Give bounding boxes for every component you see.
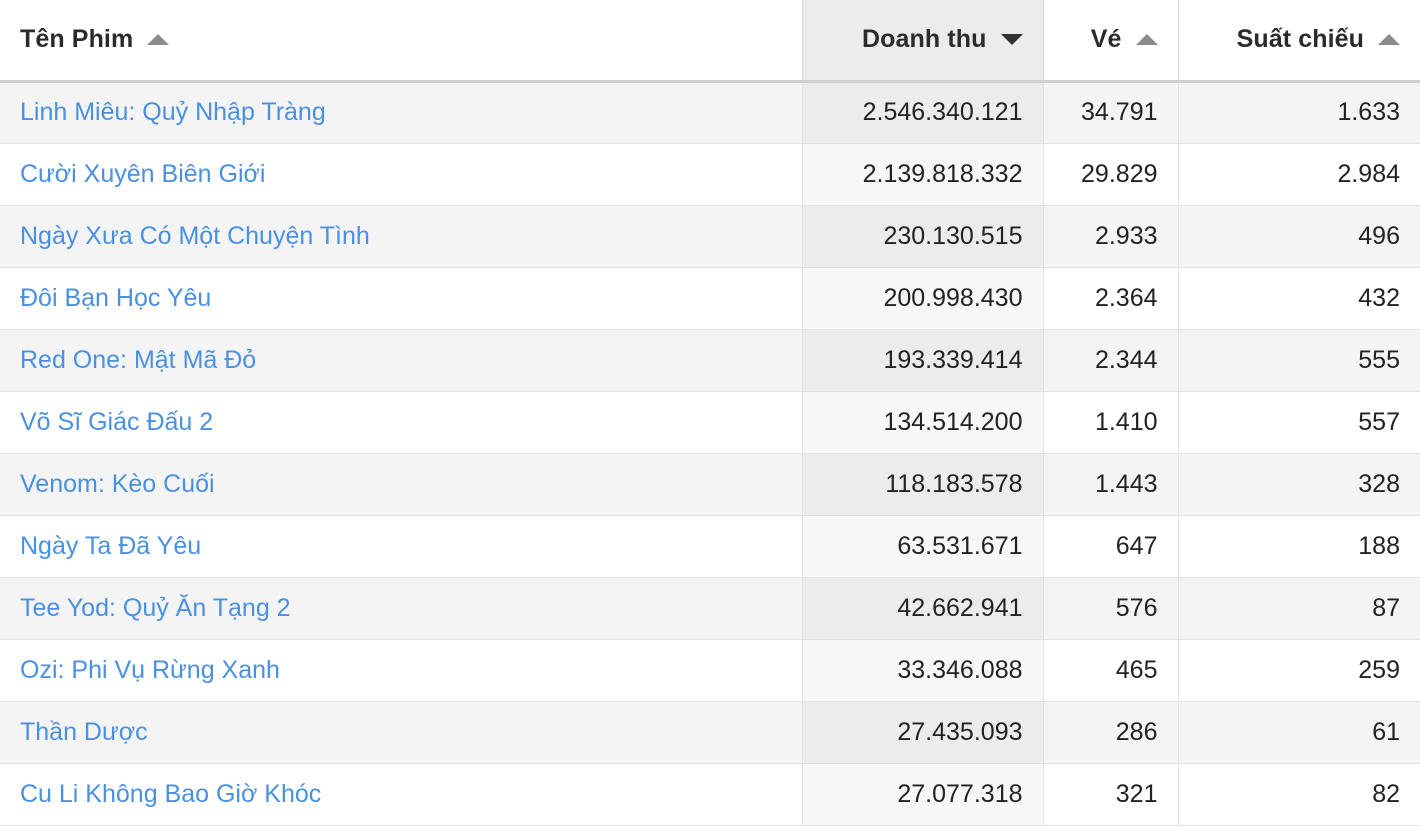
cell-revenue: 134.514.200 (802, 391, 1044, 454)
column-header-revenue-label: Doanh thu (862, 25, 987, 54)
movie-title-link[interactable]: Red One: Mật Mã Đỏ (20, 346, 256, 374)
cell-movie-name: Red One: Mật Mã Đỏ (0, 329, 803, 392)
table-row: Tee Yod: Quỷ Ăn Tạng 2 42.662.941 576 87 (0, 577, 1420, 640)
cell-revenue: 200.998.430 (802, 267, 1044, 330)
cell-tickets: 2.344 (1043, 329, 1179, 392)
table-row: Thần Dược 27.435.093 286 61 (0, 701, 1420, 764)
cell-tickets: 1.410 (1043, 391, 1179, 454)
table-row: Ngày Ta Đã Yêu 63.531.671 647 188 (0, 515, 1420, 578)
cell-revenue: 2.546.340.121 (802, 81, 1044, 144)
movie-title-link[interactable]: Cu Li Không Bao Giờ Khóc (20, 780, 321, 808)
cell-showtimes: 82 (1178, 763, 1420, 826)
cell-showtimes: 259 (1178, 639, 1420, 702)
cell-revenue: 230.130.515 (802, 205, 1044, 268)
cell-movie-name: Ozi: Phi Vụ Rừng Xanh (0, 639, 803, 702)
table-row: Cười Xuyên Biên Giới 2.139.818.332 29.829 2… (0, 143, 1420, 206)
movie-title-link[interactable]: Cười Xuyên Biên Giới (20, 160, 265, 188)
column-header-name-label: Tên Phim (20, 25, 134, 54)
cell-tickets: 29.829 (1043, 143, 1179, 206)
cell-showtimes: 2.984 (1178, 143, 1420, 206)
cell-tickets: 465 (1043, 639, 1179, 702)
cell-movie-name: Cười Xuyên Biên Giới (0, 143, 803, 206)
table-header: Tên Phim Doanh thu Vé Suất chiếu (0, 0, 1420, 83)
cell-tickets: 647 (1043, 515, 1179, 578)
cell-showtimes: 432 (1178, 267, 1420, 330)
cell-showtimes: 61 (1178, 701, 1420, 764)
cell-showtimes: 87 (1178, 577, 1420, 640)
cell-movie-name: Venom: Kèo Cuối (0, 453, 803, 516)
table-row: Linh Miêu: Quỷ Nhập Tràng 2.546.340.121 34… (0, 81, 1420, 144)
table-row: Red One: Mật Mã Đỏ 193.339.414 2.344 555 (0, 329, 1420, 392)
column-header-tickets[interactable]: Vé (1043, 0, 1179, 83)
cell-revenue: 27.435.093 (802, 701, 1044, 764)
cell-showtimes: 328 (1178, 453, 1420, 516)
column-header-shows[interactable]: Suất chiếu (1178, 0, 1420, 83)
cell-movie-name: Tee Yod: Quỷ Ăn Tạng 2 (0, 577, 803, 640)
table-body: Linh Miêu: Quỷ Nhập Tràng 2.546.340.121 34… (0, 81, 1420, 826)
table-row: Cu Li Không Bao Giờ Khóc 27.077.318 321 82 (0, 763, 1420, 826)
cell-movie-name: Ngày Xưa Có Một Chuyện Tình (0, 205, 803, 268)
table-row: Đôi Bạn Học Yêu 200.998.430 2.364 432 (0, 267, 1420, 330)
sort-arrow-down-icon[interactable] (1000, 34, 1023, 46)
cell-revenue: 42.662.941 (802, 577, 1044, 640)
cell-revenue: 2.139.818.332 (802, 143, 1044, 206)
table-row: Venom: Kèo Cuối 118.183.578 1.443 328 (0, 453, 1420, 516)
cell-showtimes: 557 (1178, 391, 1420, 454)
cell-movie-name: Đôi Bạn Học Yêu (0, 267, 803, 330)
cell-movie-name: Linh Miêu: Quỷ Nhập Tràng (0, 81, 803, 144)
cell-tickets: 2.364 (1043, 267, 1179, 330)
movie-title-link[interactable]: Võ Sĩ Giác Đấu 2 (20, 408, 213, 436)
sort-arrow-up-icon[interactable] (1135, 34, 1158, 46)
table-row: Võ Sĩ Giác Đấu 2 134.514.200 1.410 557 (0, 391, 1420, 454)
cell-showtimes: 1.633 (1178, 81, 1420, 144)
column-header-revenue[interactable]: Doanh thu (802, 0, 1044, 83)
column-header-tickets-label: Vé (1090, 25, 1122, 54)
cell-movie-name: Thần Dược (0, 701, 803, 764)
movie-box-office-table: Tên Phim Doanh thu Vé Suất chiếu Linh Mi… (0, 0, 1420, 826)
cell-tickets: 34.791 (1043, 81, 1179, 144)
cell-revenue: 193.339.414 (802, 329, 1044, 392)
movie-title-link[interactable]: Venom: Kèo Cuối (20, 470, 215, 498)
sort-arrow-up-icon[interactable] (1378, 34, 1400, 46)
table-row: Ozi: Phi Vụ Rừng Xanh 33.346.088 465 259 (0, 639, 1420, 702)
cell-movie-name: Cu Li Không Bao Giờ Khóc (0, 763, 803, 826)
cell-revenue: 63.531.671 (802, 515, 1044, 578)
table-row: Ngày Xưa Có Một Chuyện Tình 230.130.515 2.… (0, 205, 1420, 268)
table-header-row: Tên Phim Doanh thu Vé Suất chiếu (0, 0, 1420, 83)
cell-tickets: 321 (1043, 763, 1179, 826)
movie-title-link[interactable]: Linh Miêu: Quỷ Nhập Tràng (20, 98, 326, 126)
movie-title-link[interactable]: Ngày Xưa Có Một Chuyện Tình (20, 222, 370, 250)
cell-movie-name: Võ Sĩ Giác Đấu 2 (0, 391, 803, 454)
cell-tickets: 1.443 (1043, 453, 1179, 516)
cell-revenue: 33.346.088 (802, 639, 1044, 702)
cell-showtimes: 188 (1178, 515, 1420, 578)
movie-title-link[interactable]: Thần Dược (20, 718, 148, 746)
cell-tickets: 576 (1043, 577, 1179, 640)
column-header-name[interactable]: Tên Phim (0, 0, 803, 83)
cell-revenue: 118.183.578 (802, 453, 1044, 516)
movie-title-link[interactable]: Ozi: Phi Vụ Rừng Xanh (20, 656, 280, 684)
cell-tickets: 2.933 (1043, 205, 1179, 268)
column-header-shows-label: Suất chiếu (1236, 25, 1364, 54)
movie-title-link[interactable]: Ngày Ta Đã Yêu (20, 532, 201, 560)
cell-tickets: 286 (1043, 701, 1179, 764)
movie-title-link[interactable]: Tee Yod: Quỷ Ăn Tạng 2 (20, 594, 291, 622)
sort-arrow-up-icon[interactable] (147, 34, 170, 46)
movie-title-link[interactable]: Đôi Bạn Học Yêu (20, 284, 211, 312)
cell-showtimes: 496 (1178, 205, 1420, 268)
cell-movie-name: Ngày Ta Đã Yêu (0, 515, 803, 578)
cell-revenue: 27.077.318 (802, 763, 1044, 826)
movie-box-office-table-container: Tên Phim Doanh thu Vé Suất chiếu Linh Mi… (0, 0, 1420, 830)
cell-showtimes: 555 (1178, 329, 1420, 392)
